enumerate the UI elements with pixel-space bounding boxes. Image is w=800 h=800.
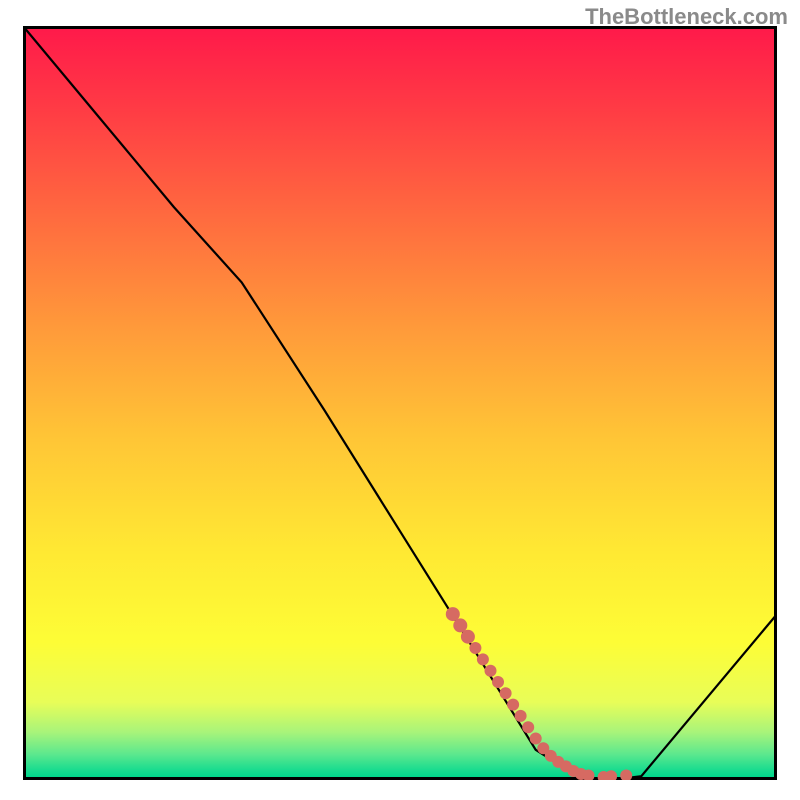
- bottleneck-curve-line: [23, 26, 777, 780]
- highlight-dot: [522, 721, 534, 733]
- highlight-dot: [605, 770, 617, 780]
- highlight-dot: [620, 770, 632, 781]
- highlight-dot: [461, 630, 475, 644]
- highlight-dots-group: [446, 607, 632, 780]
- highlight-dot: [507, 699, 519, 711]
- chart-svg: [23, 26, 777, 780]
- highlight-dot: [492, 676, 504, 688]
- watermark-text: TheBottleneck.com: [585, 4, 788, 30]
- chart-area: [23, 26, 777, 780]
- highlight-dot: [485, 665, 497, 677]
- highlight-dot: [515, 710, 527, 722]
- highlight-dot: [469, 642, 481, 654]
- highlight-dot: [530, 733, 542, 745]
- highlight-dot: [500, 687, 512, 699]
- highlight-dot: [477, 653, 489, 665]
